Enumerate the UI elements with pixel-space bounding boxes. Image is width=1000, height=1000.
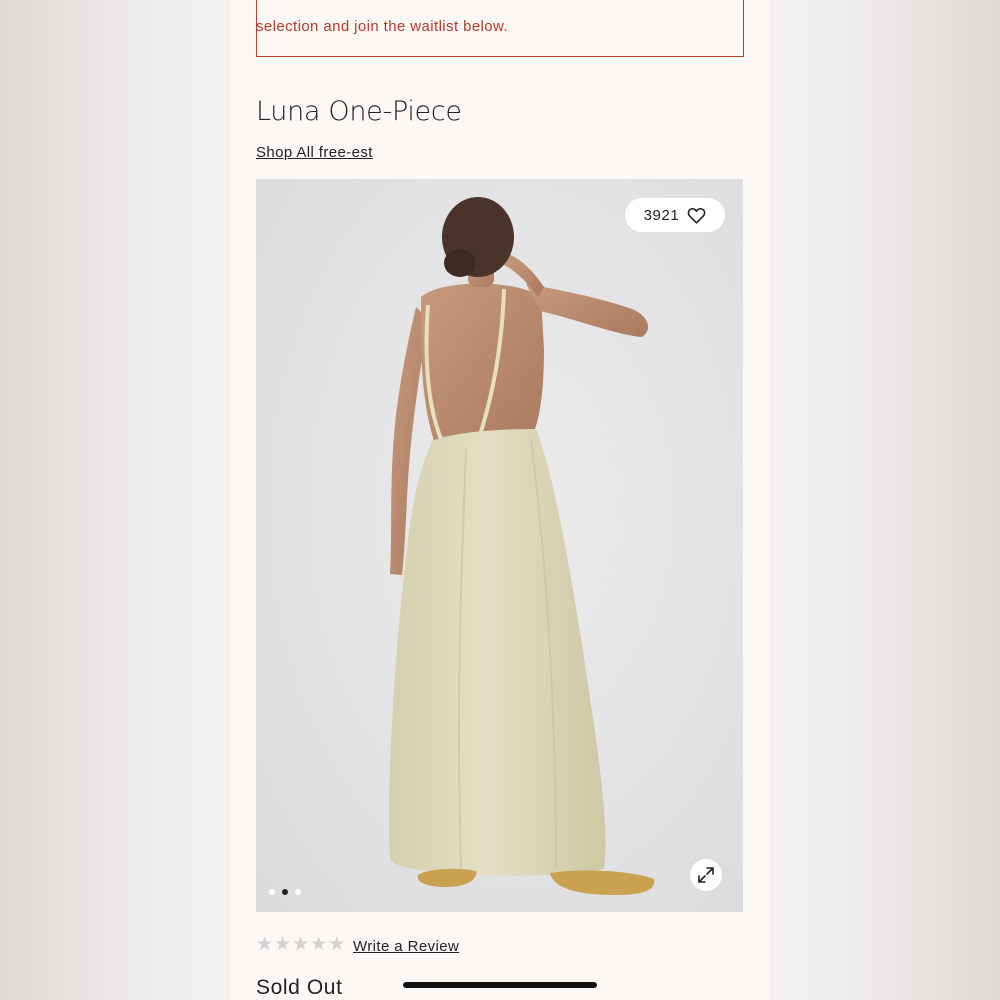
star-icon: ★ [328,934,346,955]
availability-status: Sold Out [256,976,343,999]
product-image [389,197,655,895]
carousel-dot[interactable] [269,889,275,895]
write-review-link[interactable]: Write a Review [353,938,459,955]
product-title: Luna One-Piece [256,96,462,127]
star-icon: ★ [274,934,292,955]
expand-image-button[interactable] [690,859,722,891]
expand-icon [698,867,714,883]
favorite-button[interactable]: 3921 [625,198,725,232]
star-icon: ★ [310,934,328,955]
favorite-count: 3921 [643,206,680,224]
star-icon: ★ [256,934,274,955]
home-indicator[interactable] [403,982,597,988]
carousel-dot[interactable] [295,889,301,895]
shop-all-link[interactable]: Shop All free-est [256,144,373,161]
star-icon: ★ [292,934,310,955]
product-image-carousel[interactable]: 3921 [256,179,743,912]
waitlist-message: selection and join the waitlist below. [256,18,509,35]
carousel-dots [269,889,301,895]
carousel-dot-active[interactable] [282,889,288,895]
phone-screen: selection and join the waitlist below. L… [230,0,770,1000]
rating-stars: ★ ★ ★ ★ ★ [256,935,345,954]
heart-icon [688,207,706,224]
